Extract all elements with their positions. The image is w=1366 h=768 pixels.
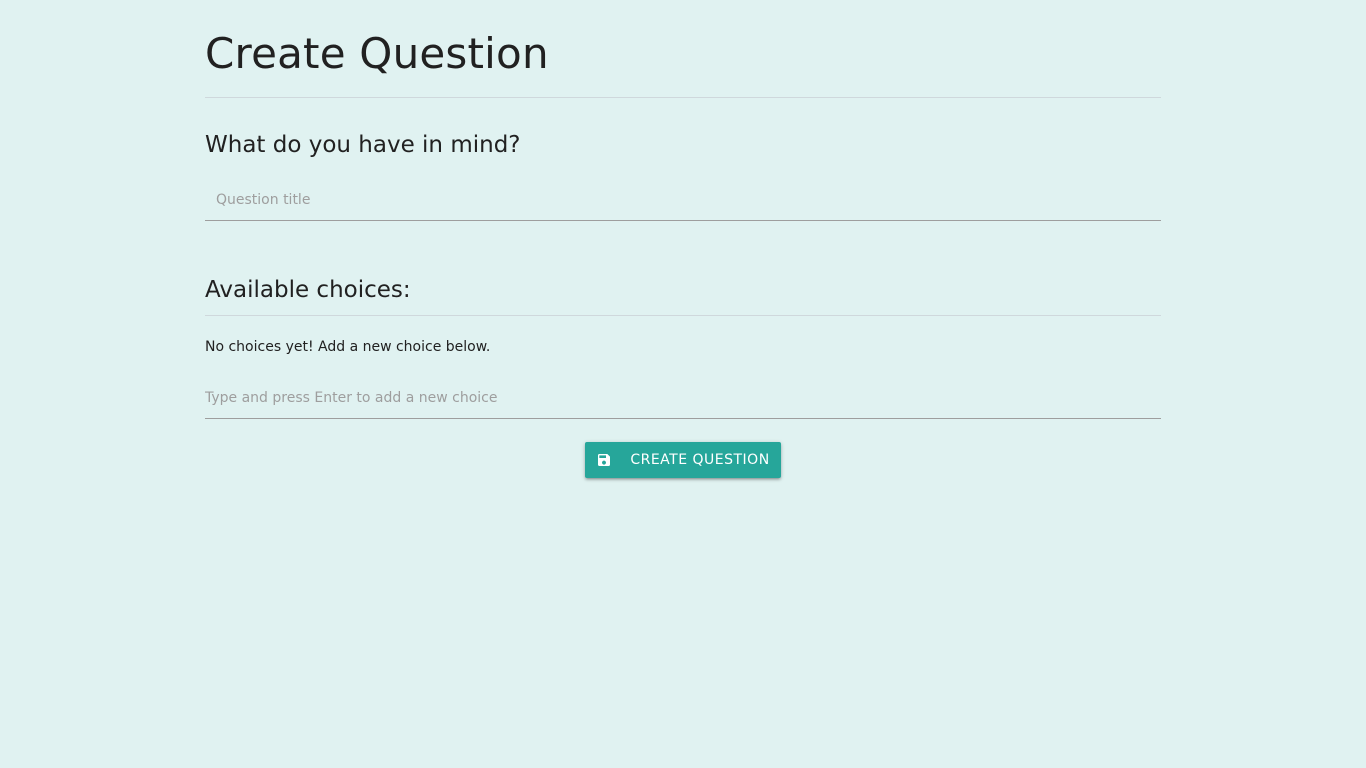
empty-choices-message: No choices yet! Add a new choice below. <box>205 339 491 355</box>
question-title-input[interactable] <box>205 180 1161 220</box>
form-actions: Create Question <box>205 442 1161 478</box>
save-icon <box>596 452 612 468</box>
choices-divider <box>205 315 1161 316</box>
create-question-label: Create Question <box>630 452 770 468</box>
new-choice-field <box>205 378 1161 419</box>
new-choice-input[interactable] <box>205 378 1161 418</box>
page-title: Create Question <box>205 29 549 78</box>
title-divider <box>205 97 1161 98</box>
create-question-button[interactable]: Create Question <box>585 442 781 478</box>
choices-heading: Available choices: <box>205 277 411 303</box>
question-heading: What do you have in mind? <box>205 132 521 158</box>
create-question-form: Create Question What do you have in mind… <box>205 0 1161 478</box>
question-title-field <box>205 180 1161 221</box>
